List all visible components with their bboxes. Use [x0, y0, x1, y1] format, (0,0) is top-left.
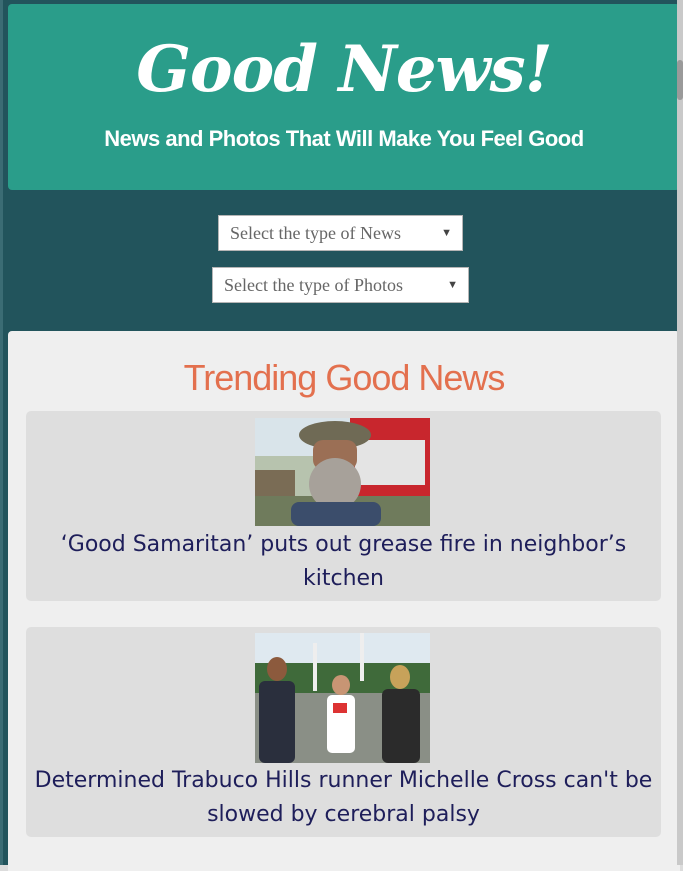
news-type-select[interactable]: Select the type of News ▼ — [218, 215, 463, 251]
photos-type-select[interactable]: Select the type of Photos ▼ — [212, 267, 469, 303]
article-image[interactable] — [255, 633, 430, 763]
dropdown-arrow-icon: ▼ — [441, 227, 452, 239]
bearded-man-photo — [255, 418, 430, 526]
site-title[interactable]: Good News! — [8, 32, 680, 107]
section-heading: Trending Good News — [183, 357, 506, 398]
dropdown-arrow-icon: ▼ — [447, 279, 458, 291]
article-card[interactable]: Determined Trabuco Hills runner Michelle… — [26, 627, 661, 837]
page-frame: Good News! News and Photos That Will Mak… — [0, 0, 683, 871]
article-image[interactable] — [255, 418, 430, 526]
site-tagline: News and Photos That Will Make You Feel … — [104, 126, 584, 151]
news-type-select-value: Select the type of News — [230, 223, 401, 243]
runner-photo — [255, 633, 430, 763]
photos-type-select-value: Select the type of Photos — [224, 275, 403, 295]
scrollbar-thumb[interactable] — [677, 60, 683, 100]
trending-section: Trending Good News ‘Good Samaritan’ puts — [8, 331, 680, 871]
scrollbar[interactable] — [677, 0, 683, 865]
article-title[interactable]: ‘Good Samaritan’ puts out grease fire in… — [26, 528, 661, 596]
article-card[interactable]: ‘Good Samaritan’ puts out grease fire in… — [26, 411, 661, 601]
article-title[interactable]: Determined Trabuco Hills runner Michelle… — [26, 764, 661, 832]
site-header: Good News! News and Photos That Will Mak… — [8, 4, 680, 190]
